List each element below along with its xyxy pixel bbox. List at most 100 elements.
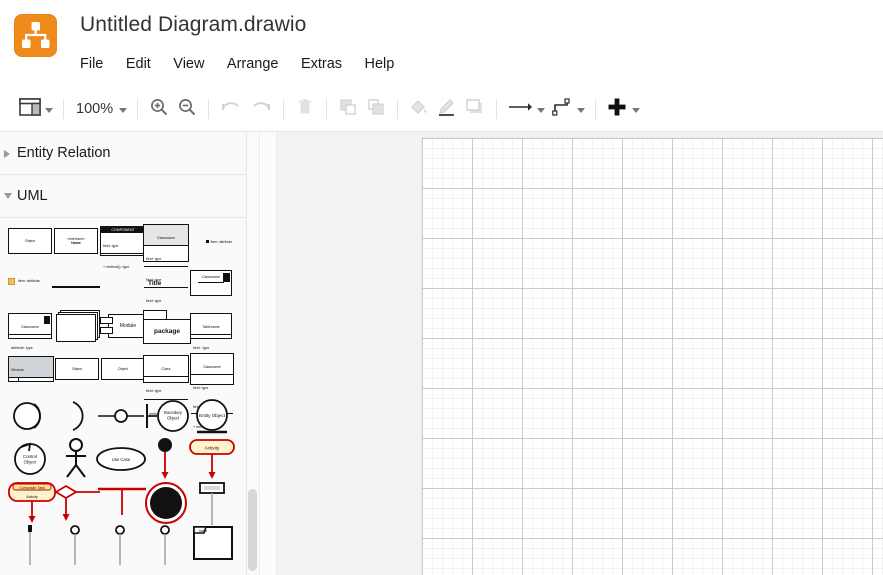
shape-component-label: COMPONENT <box>111 228 135 232</box>
menu-help[interactable]: Help <box>356 52 404 76</box>
shape-note-frame-label: Classname <box>202 275 220 279</box>
insert-button[interactable] <box>603 94 643 124</box>
svg-text:Composite Task: Composite Task <box>19 486 45 490</box>
shape-classname-row: field: type <box>146 257 162 261</box>
toolbar-divider <box>208 99 210 119</box>
toolbar-divider <box>137 99 139 119</box>
shape-package[interactable]: package <box>143 310 191 344</box>
drawio-app-window: Untitled Diagram.drawio File Edit View A… <box>0 0 883 575</box>
shape-interface-name: Name <box>71 241 81 245</box>
zoom-out-button[interactable] <box>173 94 201 124</box>
shape-frame[interactable]: frame <box>192 525 234 561</box>
fill-color-button[interactable] <box>405 94 433 124</box>
shape-note-frame[interactable]: Classname <box>190 270 232 296</box>
menu-extras[interactable]: Extras <box>292 52 351 76</box>
shape-final-node[interactable] <box>142 481 190 525</box>
shape-object-label: Object <box>24 238 36 243</box>
shape-activity[interactable]: Activity <box>186 437 238 481</box>
shape-lifeline-object[interactable] <box>192 481 232 525</box>
shape-table-row: field : type <box>193 346 210 350</box>
connection-arrow-button[interactable] <box>504 94 548 124</box>
shape-table[interactable]: Tablename field : type field : type <box>190 313 232 369</box>
app-header: Untitled Diagram.drawio File Edit View A… <box>0 0 883 86</box>
palette-uml-label: UML <box>17 188 48 204</box>
sidebar-scrollbar-thumb[interactable] <box>248 489 257 571</box>
shape-module-label: Module <box>119 323 137 329</box>
shape-sidebar[interactable]: Entity Relation UML Object «interface» N… <box>0 132 247 575</box>
shape-component-row: field: type <box>103 244 119 248</box>
shape-component[interactable]: COMPONENT field: type + method(): type <box>100 226 146 269</box>
shape-lifeline-bar[interactable] <box>18 525 42 565</box>
shape-class-attributes[interactable]: Classname attribute: type attribute: typ… <box>8 313 52 369</box>
shape-lifeline-circle-1[interactable] <box>63 525 87 565</box>
chevron-down-icon <box>4 193 12 199</box>
chevron-down-icon <box>537 107 546 113</box>
shape-control-object[interactable]: Control Object <box>8 439 52 477</box>
shape-window-frame-label: Window <box>11 368 24 372</box>
shape-item-icon[interactable]: item: attribute <box>8 278 40 285</box>
shape-classname-fields[interactable]: Classname field: type field: type field:… <box>143 224 189 303</box>
shape-boundary-object[interactable]: Boundary Object <box>144 398 192 434</box>
shape-class-ops[interactable]: Class field: type + method(): type <box>143 355 189 416</box>
zoom-level-button[interactable]: 100% <box>71 94 130 124</box>
undo-button[interactable] <box>216 94 246 124</box>
shape-lifeline-circle-3[interactable] <box>153 525 177 565</box>
svg-text:Object: Object <box>167 416 180 421</box>
shape-composite-activity[interactable]: Composite Task Activity <box>6 481 58 525</box>
sidebar-splitter[interactable]: || <box>261 132 277 575</box>
shape-object-plain-label: Object <box>71 366 83 371</box>
shape-lifeline-circle-2[interactable] <box>108 525 132 565</box>
shape-class-full[interactable]: Classname field: type field: type + meth… <box>190 353 234 448</box>
fill-color-icon <box>408 97 430 122</box>
shape-object-plain-2[interactable]: Object <box>101 358 145 380</box>
shape-provided-required-interface[interactable] <box>10 399 52 433</box>
shape-title-spacer[interactable]: Title <box>148 280 161 287</box>
redo-button[interactable] <box>246 94 276 124</box>
uml-shape-grid: Object «interface» Name COMPONENT field:… <box>0 218 246 565</box>
shape-item-attribute[interactable]: item: attribute <box>193 236 245 248</box>
menu-edit[interactable]: Edit <box>117 52 160 76</box>
menu-file[interactable]: File <box>80 52 112 76</box>
connection-arrow-icon <box>507 97 533 122</box>
shape-class-ops-label: Class <box>161 367 171 371</box>
shape-item-icon-label: item: attribute <box>18 279 40 284</box>
shape-lollipop-interface[interactable] <box>98 407 144 425</box>
line-color-button[interactable] <box>433 94 461 124</box>
shape-object-plain-1[interactable]: Object <box>55 358 99 380</box>
shape-interface[interactable]: «interface» Name <box>54 228 98 254</box>
shape-fork-join[interactable] <box>96 481 148 525</box>
zoom-level-label: 100% <box>76 101 114 117</box>
shape-package-label: package <box>153 328 181 335</box>
svg-text:frame: frame <box>199 529 207 533</box>
svg-text:Object: Object <box>24 460 37 465</box>
palette-uml[interactable]: UML <box>0 175 246 218</box>
undo-icon <box>219 97 243 122</box>
zoom-in-button[interactable] <box>145 94 173 124</box>
shape-actor[interactable] <box>58 437 94 479</box>
shape-divider-line[interactable] <box>52 286 100 289</box>
menu-arrange[interactable]: Arrange <box>218 52 288 76</box>
diagram-page[interactable] <box>421 137 883 575</box>
shadow-button[interactable] <box>461 94 489 124</box>
shape-initial-node[interactable] <box>148 437 182 481</box>
send-to-back-button[interactable] <box>362 94 390 124</box>
palette-entity-relation[interactable]: Entity Relation <box>0 132 246 175</box>
delete-button[interactable] <box>291 94 319 124</box>
shape-module[interactable]: Module <box>100 314 148 338</box>
shape-use-case[interactable]: Use Case <box>96 445 146 473</box>
svg-text:Control: Control <box>23 454 37 459</box>
shape-object[interactable]: Object <box>8 228 52 254</box>
shape-window-frame[interactable]: Window <box>8 356 54 382</box>
waypoints-button[interactable] <box>548 94 588 124</box>
shape-class-full-label: Classname <box>203 365 221 369</box>
shape-3d-box[interactable] <box>56 310 100 342</box>
zoom-in-icon <box>149 97 169 122</box>
menu-view[interactable]: View <box>164 52 213 76</box>
bring-to-front-button[interactable] <box>334 94 362 124</box>
shape-entity-object[interactable]: Entity Object <box>190 398 234 436</box>
shape-decision-node[interactable] <box>54 481 102 525</box>
page-title: Untitled Diagram.drawio <box>80 13 307 36</box>
shape-required-interface[interactable] <box>62 399 96 433</box>
shape-class-attributes-label: Classname <box>21 325 39 329</box>
view-layout-button[interactable] <box>16 94 56 124</box>
